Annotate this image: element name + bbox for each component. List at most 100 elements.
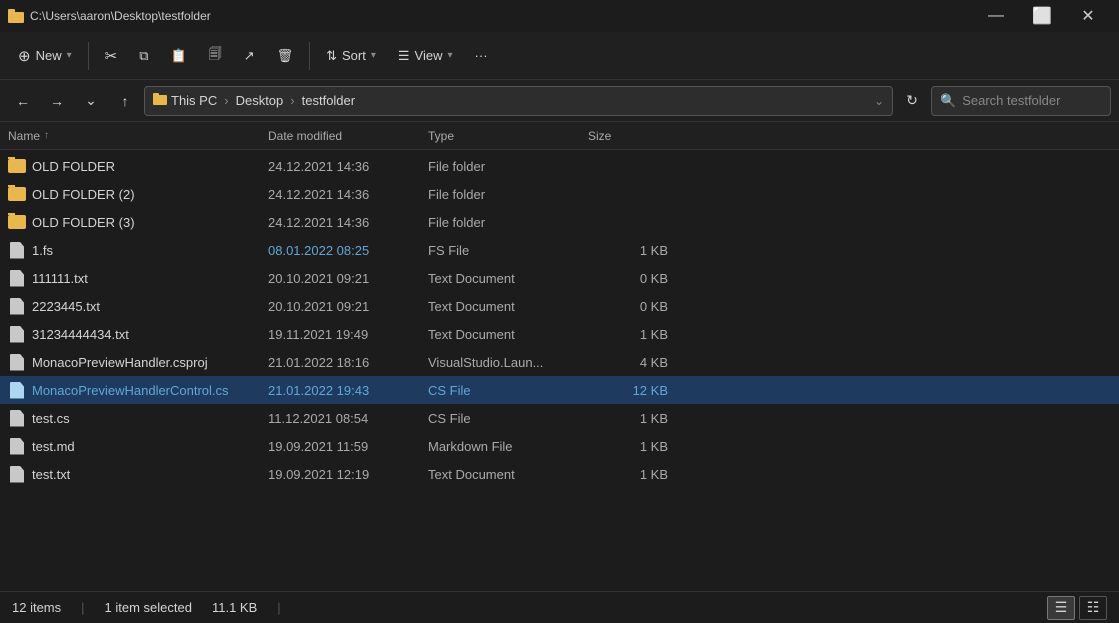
back-button[interactable]: ← <box>8 86 38 116</box>
table-row[interactable]: test.cs 11.12.2021 08:54 CS File 1 KB <box>0 404 1119 432</box>
file-name-text: OLD FOLDER <box>32 159 115 174</box>
file-type: File folder <box>428 187 588 202</box>
file-icon-wrapper <box>8 381 26 399</box>
file-date: 19.11.2021 19:49 <box>268 327 428 342</box>
col-header-type[interactable]: Type <box>428 129 588 143</box>
file-date: 19.09.2021 12:19 <box>268 467 428 482</box>
col-header-date[interactable]: Date modified <box>268 129 428 143</box>
table-row[interactable]: OLD FOLDER (2) 24.12.2021 14:36 File fol… <box>0 180 1119 208</box>
file-size: 12 KB <box>588 383 668 398</box>
file-area: OLD FOLDER 24.12.2021 14:36 File folder … <box>0 150 1119 591</box>
breadcrumb-desktop: Desktop <box>236 93 284 108</box>
file-type: Text Document <box>428 327 588 342</box>
recent-button[interactable]: ⌄ <box>76 86 106 116</box>
grid-view-button[interactable]: ☷ <box>1079 596 1107 620</box>
file-date: 21.01.2022 19:43 <box>268 383 428 398</box>
table-row[interactable]: 2223445.txt 20.10.2021 09:21 Text Docume… <box>0 292 1119 320</box>
close-button[interactable]: ✕ <box>1065 0 1111 32</box>
cut-button[interactable]: ✂ <box>95 38 128 74</box>
file-size: 1 KB <box>588 467 668 482</box>
file-icon <box>10 410 24 427</box>
view-arrow-icon: ▾ <box>448 50 453 61</box>
file-name-text: OLD FOLDER (3) <box>32 215 135 230</box>
copy-button[interactable]: ⧉ <box>129 38 158 74</box>
sort-button[interactable]: ⇅ Sort ▾ <box>316 38 386 74</box>
table-row[interactable]: test.txt 19.09.2021 12:19 Text Document … <box>0 460 1119 488</box>
up-button[interactable]: ↑ <box>110 86 140 116</box>
file-type: Text Document <box>428 271 588 286</box>
file-date: 24.12.2021 14:36 <box>268 159 428 174</box>
title-bar: C:\Users\aaron\Desktop\testfolder — ⬜ ✕ <box>0 0 1119 32</box>
file-icon <box>10 326 24 343</box>
status-sep-1: | <box>81 600 84 615</box>
table-row[interactable]: test.md 19.09.2021 11:59 Markdown File 1… <box>0 432 1119 460</box>
file-icon-wrapper <box>8 297 26 315</box>
file-name-cell: OLD FOLDER (2) <box>8 185 268 203</box>
folder-icon <box>8 215 26 229</box>
file-type: CS File <box>428 383 588 398</box>
forward-button[interactable]: → <box>42 86 72 116</box>
file-name-cell: OLD FOLDER (3) <box>8 213 268 231</box>
cut-icon: ✂ <box>105 47 118 65</box>
file-icon <box>10 298 24 315</box>
column-headers: Name ↑ Date modified Type Size <box>0 122 1119 150</box>
file-icon <box>10 438 24 455</box>
file-date: 20.10.2021 09:21 <box>268 271 428 286</box>
view-icon: ☰ <box>398 48 410 64</box>
table-row[interactable]: 31234444434.txt 19.11.2021 19:49 Text Do… <box>0 320 1119 348</box>
file-name-cell: 1.fs <box>8 241 268 259</box>
file-type: CS File <box>428 411 588 426</box>
paste-button[interactable]: 📋 <box>161 38 197 74</box>
table-row[interactable]: OLD FOLDER (3) 24.12.2021 14:36 File fol… <box>0 208 1119 236</box>
delete-button[interactable]: 🗑 <box>267 38 304 74</box>
file-icon-wrapper <box>8 353 26 371</box>
title-path-text: C:\Users\aaron\Desktop\testfolder <box>30 9 211 23</box>
sort-icon: ⇅ <box>326 48 337 64</box>
share-button[interactable]: ↗ <box>234 38 265 74</box>
breadcrumb-testfolder: testfolder <box>302 93 355 108</box>
file-type: Text Document <box>428 467 588 482</box>
file-icon-wrapper <box>8 157 26 175</box>
file-size: 1 KB <box>588 439 668 454</box>
file-name-cell: 2223445.txt <box>8 297 268 315</box>
table-row[interactable]: MonacoPreviewHandlerControl.cs 21.01.202… <box>0 376 1119 404</box>
file-icon-wrapper <box>8 185 26 203</box>
table-row[interactable]: OLD FOLDER 24.12.2021 14:36 File folder <box>0 152 1119 180</box>
file-date: 24.12.2021 14:36 <box>268 187 428 202</box>
file-icon-wrapper <box>8 269 26 287</box>
minimize-button[interactable]: — <box>973 0 1019 32</box>
file-size: 0 KB <box>588 299 668 314</box>
new-button[interactable]: ⊕ New ▾ <box>8 38 82 74</box>
col-header-name[interactable]: Name ↑ <box>8 129 268 143</box>
col-header-size[interactable]: Size <box>588 129 668 143</box>
refresh-button[interactable]: ↻ <box>897 86 927 116</box>
file-name-text: 2223445.txt <box>32 299 100 314</box>
file-icon-wrapper <box>8 213 26 231</box>
view-button[interactable]: ☰ View ▾ <box>388 38 463 74</box>
more-button[interactable]: ··· <box>465 38 498 74</box>
item-count: 12 items <box>12 600 61 615</box>
share-icon: ↗ <box>244 48 255 64</box>
table-row[interactable]: 1.fs 08.01.2022 08:25 FS File 1 KB <box>0 236 1119 264</box>
address-dropdown-arrow[interactable]: ⌄ <box>874 94 884 108</box>
file-icon-wrapper <box>8 325 26 343</box>
maximize-button[interactable]: ⬜ <box>1019 0 1065 32</box>
rename-button[interactable]: 🗐 <box>199 38 232 74</box>
file-date: 19.09.2021 11:59 <box>268 439 428 454</box>
file-icon <box>10 242 24 259</box>
file-name-text: 31234444434.txt <box>32 327 129 342</box>
file-list: OLD FOLDER 24.12.2021 14:36 File folder … <box>0 150 1119 591</box>
table-row[interactable]: 111111.txt 20.10.2021 09:21 Text Documen… <box>0 264 1119 292</box>
file-name-cell: OLD FOLDER <box>8 157 268 175</box>
view-mode-controls: ☰ ☷ <box>1047 596 1107 620</box>
file-size: 4 KB <box>588 355 668 370</box>
file-type: Markdown File <box>428 439 588 454</box>
file-size: 1 KB <box>588 327 668 342</box>
table-row[interactable]: MonacoPreviewHandler.csproj 21.01.2022 1… <box>0 348 1119 376</box>
address-bar[interactable]: This PC › Desktop › testfolder ⌄ <box>144 86 893 116</box>
file-name-cell: 31234444434.txt <box>8 325 268 343</box>
list-view-button[interactable]: ☰ <box>1047 596 1075 620</box>
file-name-cell: MonacoPreviewHandler.csproj <box>8 353 268 371</box>
search-bar[interactable]: 🔍 Search testfolder <box>931 86 1111 116</box>
file-date: 11.12.2021 08:54 <box>268 411 428 426</box>
